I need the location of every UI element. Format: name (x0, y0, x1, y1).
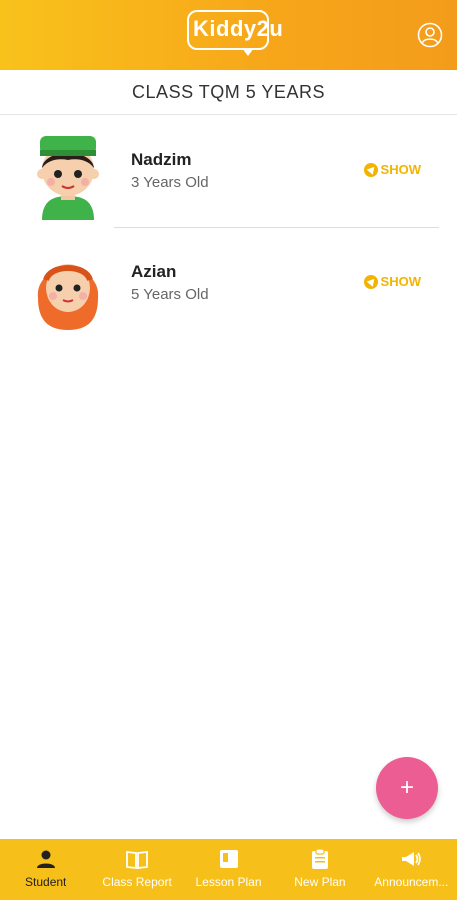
top-app-bar: Kiddy2u (0, 0, 457, 70)
megaphone-icon (399, 847, 423, 871)
bottom-navigation: Student Class Report Lesson Plan New Pla… (0, 839, 457, 900)
tab-label: New Plan (294, 875, 346, 889)
tab-label: Announcem... (374, 875, 449, 889)
plus-icon: + (399, 774, 414, 801)
tab-label: Lesson Plan (195, 875, 262, 889)
navigation-arrow-icon (363, 162, 378, 177)
tab-class-report[interactable]: Class Report (91, 839, 182, 900)
student-name: Nadzim (131, 150, 192, 169)
tab-new-plan[interactable]: New Plan (274, 839, 365, 900)
show-button[interactable]: SHOW (363, 274, 421, 289)
notebook-icon (217, 847, 241, 871)
class-title-bar: CLASS TQM 5 YEARS (0, 70, 457, 115)
student-name: Azian (131, 262, 177, 281)
app-logo: Kiddy2u (187, 10, 283, 58)
tab-announcements[interactable]: Announcem... (366, 839, 457, 900)
student-age: 3 Years Old (131, 174, 209, 191)
tab-lesson-plan[interactable]: Lesson Plan (183, 839, 274, 900)
tab-label: Student (25, 875, 67, 889)
user-circle-icon[interactable] (417, 22, 443, 48)
student-list: Nadzim 3 Years Old SHOW Azian 5 Years Ol… (0, 116, 457, 340)
add-student-button[interactable]: + (376, 757, 438, 819)
logo-text: Kiddy2u (193, 16, 284, 41)
student-row[interactable]: Nadzim 3 Years Old SHOW (0, 116, 457, 228)
class-title: CLASS TQM 5 YEARS (132, 81, 325, 102)
navigation-arrow-icon (363, 274, 378, 289)
tab-label: Class Report (102, 875, 172, 889)
show-button[interactable]: SHOW (363, 162, 421, 177)
student-age: 5 Years Old (131, 286, 209, 303)
student-row[interactable]: Azian 5 Years Old SHOW (0, 228, 457, 340)
logo-bubble-tail (242, 48, 254, 56)
student-avatar-girl (28, 236, 108, 332)
student-avatar-boy (28, 124, 108, 220)
person-icon (34, 847, 58, 871)
book-icon (125, 847, 149, 871)
show-label: SHOW (380, 162, 421, 177)
clipboard-icon (308, 847, 332, 871)
show-label: SHOW (380, 274, 421, 289)
tab-student[interactable]: Student (0, 839, 91, 900)
